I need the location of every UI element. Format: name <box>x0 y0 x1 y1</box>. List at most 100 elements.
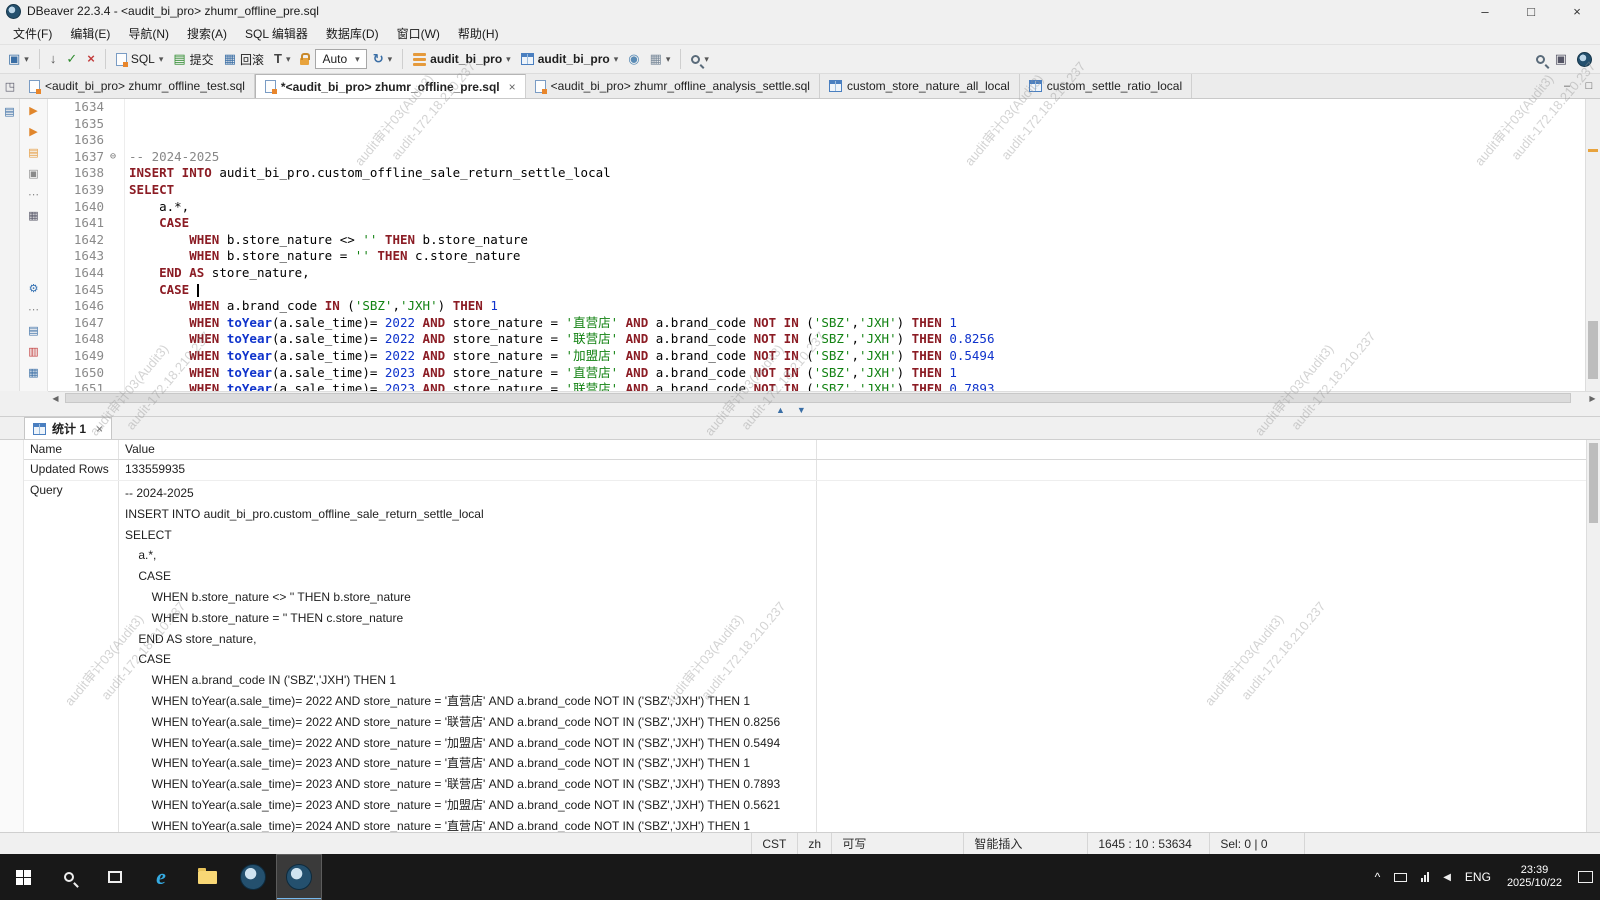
quick-search-button[interactable] <box>1532 53 1549 66</box>
line-number: 1650 <box>48 365 110 382</box>
scrollbar-thumb[interactable] <box>1589 443 1598 523</box>
dbeaver-taskbar-button[interactable] <box>230 854 276 900</box>
clipboard-icon[interactable]: ▣ <box>25 167 42 182</box>
menu-item[interactable]: 编辑(E) <box>61 23 119 44</box>
table-row[interactable]: Query -- 2024-2025INSERT INTO audit_bi_p… <box>24 481 1600 832</box>
column-header-value[interactable]: Value <box>119 440 817 459</box>
error-log-icon[interactable]: ▥ <box>25 345 42 360</box>
grid-icon <box>33 423 46 435</box>
code-line: 1637⊖-- 2024-2025 <box>48 149 1585 166</box>
editor-tab[interactable]: <audit_bi_pro> zhumr_offline_analysis_se… <box>526 74 820 98</box>
query-line: END AS store_nature, <box>125 629 810 650</box>
execute-sql-button[interactable]: SQL ▾ <box>112 50 168 68</box>
column-header-name[interactable]: Name <box>24 440 119 459</box>
close-tab-icon[interactable]: × <box>509 80 516 94</box>
tab-statistics[interactable]: 统计 1 × <box>24 417 112 439</box>
rollback-button[interactable]: ▦ 回滚 <box>220 49 268 70</box>
sql-editor[interactable]: 1634163516361637⊖-- 2024-20251638INSERT … <box>48 99 1585 391</box>
output-log-icon[interactable]: ▤ <box>25 324 42 339</box>
editor-tab[interactable]: custom_store_nature_all_local <box>820 74 1020 98</box>
lock-button[interactable] <box>296 51 313 67</box>
autocommit-select[interactable]: Auto ▾ <box>315 49 366 69</box>
code-line: 1650 WHEN toYear(a.sale_time)= 2023 AND … <box>48 365 1585 382</box>
new-sql-editor-button[interactable]: ▣ ▾ <box>4 50 33 68</box>
dbeaver-logo-icon <box>1577 52 1592 67</box>
scroll-right-icon[interactable]: ▶ <box>1585 394 1600 403</box>
taskbar-clock[interactable]: 23:39 2025/10/22 <box>1498 864 1571 890</box>
taskbar-search-button[interactable] <box>46 854 92 900</box>
settings-gear-icon[interactable]: ⚙ <box>25 282 42 297</box>
menu-item[interactable]: SQL 编辑器 <box>236 23 317 44</box>
scrollbar-thumb[interactable] <box>65 393 1571 403</box>
explain-plan-icon[interactable]: ▤ <box>25 146 42 161</box>
editor-tab[interactable]: <audit_bi_pro> zhumr_offline_test.sql <box>20 74 255 98</box>
editor-toolbar-rail: ▶ ▶ ▤ ▣ ⋯ ▦ ⚙ ⋯ ▤ ▥ ▦ <box>20 99 48 391</box>
task-view-button[interactable] <box>92 854 138 900</box>
status-bar: CST zh 可写 智能插入 1645 : 10 : 53634 Sel: 0 … <box>0 832 1600 854</box>
table-row[interactable]: Updated Rows 133559935 <box>24 460 1600 481</box>
minimize-view-icon[interactable]: – <box>1556 74 1578 98</box>
query-line: WHEN toYear(a.sale_time)= 2022 AND store… <box>125 691 810 712</box>
editor-tab[interactable]: *<audit_bi_pro> zhumr_offline_pre.sql× <box>255 74 526 98</box>
results-vertical-scrollbar[interactable] <box>1586 440 1600 832</box>
transaction-log-button[interactable]: T ▾ <box>270 50 294 68</box>
menu-item[interactable]: 文件(F) <box>4 23 61 44</box>
fetch-button[interactable]: ↓ <box>46 50 61 68</box>
editor-tab[interactable]: custom_settle_ratio_local <box>1020 74 1192 98</box>
export-data-icon[interactable]: ▦ <box>25 209 42 224</box>
database-navigator-icon[interactable]: ▤ <box>1 105 18 120</box>
maximize-view-icon[interactable]: □ <box>1578 74 1600 98</box>
input-language[interactable]: ENG <box>1458 854 1498 900</box>
network-button[interactable]: ◉ <box>624 50 643 68</box>
display-icon[interactable] <box>1387 854 1414 900</box>
menu-item[interactable]: 帮助(H) <box>449 23 508 44</box>
maximize-button[interactable]: □ <box>1508 0 1554 22</box>
query-log-icon[interactable]: ▦ <box>25 366 42 381</box>
execute-statement-icon[interactable]: ▶ <box>25 104 42 119</box>
statistics-table[interactable]: Name Value Updated Rows 133559935 Query … <box>24 440 1600 832</box>
commit-button[interactable]: ▤ 提交 <box>169 49 217 70</box>
more-actions-icon[interactable]: ⋯ <box>25 188 42 203</box>
action-center-button[interactable] <box>1571 854 1600 900</box>
start-button[interactable] <box>0 854 46 900</box>
refresh-button[interactable]: ↻ ▾ <box>369 50 396 68</box>
close-tab-icon[interactable]: × <box>96 422 103 436</box>
database-selector[interactable]: audit_bi_pro ▾ <box>409 50 515 68</box>
minimize-button[interactable]: – <box>1462 0 1508 22</box>
query-line: a.*, <box>125 545 810 566</box>
open-perspective-button[interactable]: ▣ <box>1551 50 1571 68</box>
file-explorer-button[interactable] <box>184 854 230 900</box>
autocommit-value: Auto <box>322 52 347 66</box>
commit-icon-button[interactable]: ✓ <box>62 50 81 68</box>
scroll-left-icon[interactable]: ◀ <box>48 394 63 403</box>
panel-splitter[interactable]: ▲ ▼ <box>0 404 1600 417</box>
editor-vertical-scrollbar[interactable] <box>1585 99 1600 391</box>
menu-item[interactable]: 搜索(A) <box>178 23 236 44</box>
menu-item[interactable]: 导航(N) <box>119 23 178 44</box>
dbeaver-taskbar-button-active[interactable] <box>276 854 322 900</box>
query-line: WHEN toYear(a.sale_time)= 2022 AND store… <box>125 733 810 754</box>
dbeaver-perspective-button[interactable] <box>1573 50 1596 69</box>
close-button[interactable]: × <box>1554 0 1600 22</box>
scrollbar-thumb[interactable] <box>1588 321 1598 379</box>
menu-item[interactable]: 数据库(D) <box>317 23 388 44</box>
tray-expand-icon[interactable]: ^ <box>1368 854 1388 900</box>
editor-horizontal-scrollbar[interactable]: ◀ ▶ <box>48 391 1600 404</box>
menu-item[interactable]: 窗口(W) <box>388 23 449 44</box>
schema-name: audit_bi_pro <box>538 52 610 66</box>
layout-button[interactable]: ▦ ▾ <box>646 50 675 68</box>
collapse-up-icon[interactable]: ▲ <box>776 405 785 415</box>
restore-view-icon[interactable]: ◳ <box>0 74 20 98</box>
more-actions-icon[interactable]: ⋯ <box>25 303 42 318</box>
search-button[interactable]: ▾ <box>687 52 713 66</box>
rollback-icon-button[interactable]: × <box>83 50 99 68</box>
browser-button[interactable]: e <box>138 854 184 900</box>
status-caret-position[interactable]: 1645 : 10 : 53634 <box>1087 833 1209 854</box>
schema-selector[interactable]: audit_bi_pro ▾ <box>517 50 623 68</box>
execute-script-icon[interactable]: ▶ <box>25 125 42 140</box>
volume-icon[interactable]: ◀ <box>1436 854 1458 900</box>
database-icon <box>413 53 426 66</box>
network-icon[interactable] <box>1414 854 1436 900</box>
collapse-down-icon[interactable]: ▼ <box>797 405 806 415</box>
fold-marker-icon[interactable]: ⊖ <box>110 149 125 166</box>
